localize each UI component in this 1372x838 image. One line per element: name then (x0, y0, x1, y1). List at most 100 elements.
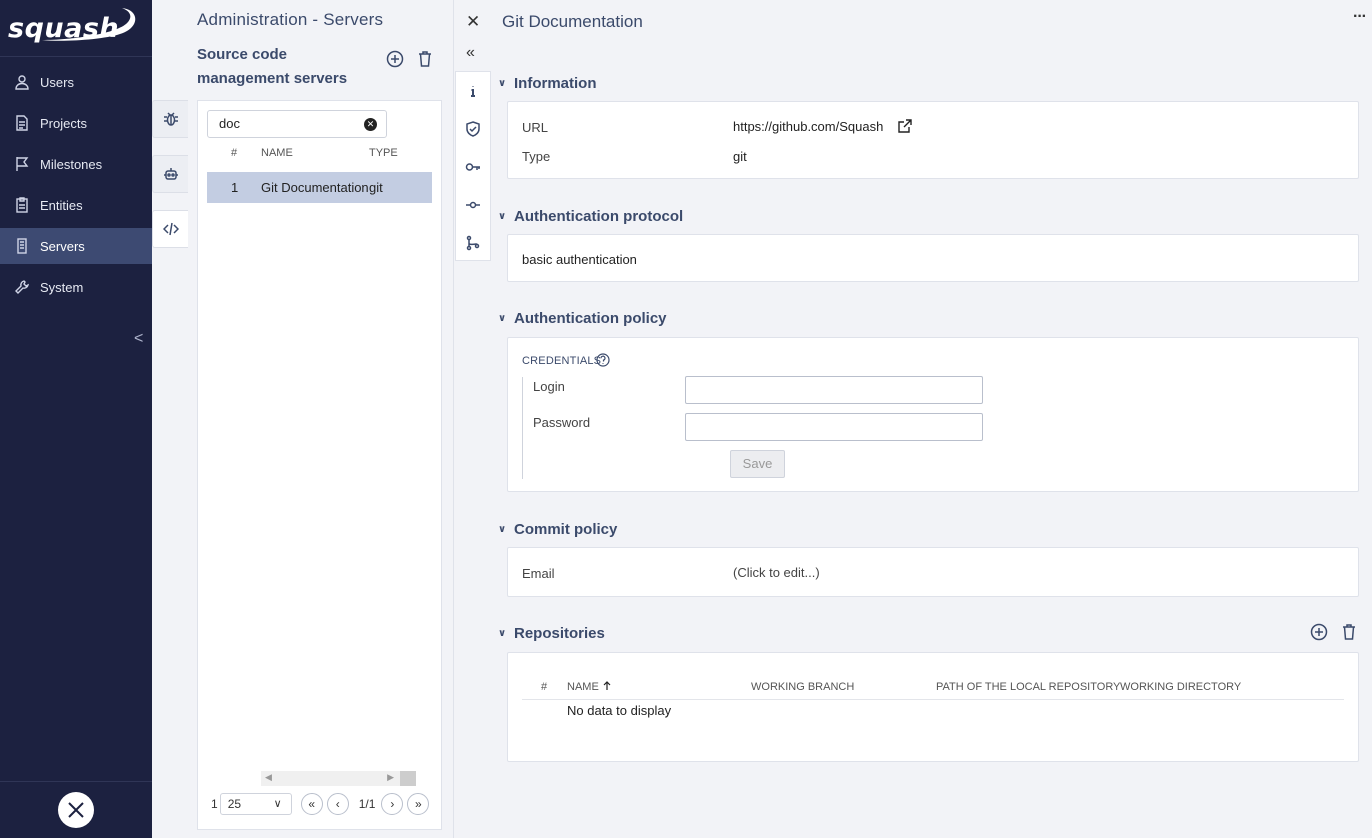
repository-actions (1310, 623, 1358, 644)
external-link-icon[interactable] (898, 119, 912, 133)
section-information-header[interactable]: ∨ Information (498, 75, 597, 92)
close-detail-button[interactable]: ✕ (466, 12, 480, 32)
nav-item-label: Users (40, 74, 74, 90)
column-index[interactable]: # (541, 681, 547, 693)
tab-auth-protocol[interactable] (456, 110, 490, 148)
nav-item-projects[interactable]: Projects (0, 105, 152, 141)
search-input[interactable]: doc ✕ (207, 110, 387, 138)
page-indicator: 1/1 (358, 797, 376, 811)
nav-item-servers[interactable]: Servers (0, 228, 152, 264)
section-auth-policy-header[interactable]: ∨ Authentication policy (498, 310, 667, 327)
detail-anchor-tabs (455, 71, 491, 261)
auth-protocol-value[interactable]: basic authentication (522, 252, 637, 267)
tab-automation-servers[interactable] (152, 155, 188, 193)
nav-footer (0, 781, 152, 838)
nav-item-users[interactable]: Users (0, 64, 152, 100)
first-page-button[interactable]: « (300, 793, 323, 815)
section-title: Repositories (514, 625, 605, 642)
auth-protocol-card: basic authentication (507, 234, 1359, 282)
user-icon (13, 73, 31, 91)
row-type: git (369, 180, 383, 195)
email-value[interactable]: (Click to edit...) (733, 565, 820, 580)
last-page-button[interactable]: » (407, 793, 430, 815)
delete-repository-button[interactable] (1340, 623, 1358, 644)
servers-grid: doc ✕ # NAME TYPE 1 Git Documentation gi… (197, 100, 442, 830)
column-name[interactable]: NAME (261, 147, 293, 159)
login-input[interactable] (685, 376, 983, 404)
more-options-icon[interactable]: ··· (1353, 8, 1367, 26)
column-working-directory[interactable]: WORKING DIRECTORY (1120, 681, 1241, 693)
tab-information[interactable] (456, 72, 490, 110)
shield-icon (466, 121, 480, 137)
chevron-down-icon: ∨ (498, 628, 507, 639)
commit-policy-card: Email (Click to edit...) (507, 547, 1359, 597)
section-title: Source code management servers (197, 46, 348, 87)
add-server-button[interactable] (386, 50, 404, 71)
flag-icon (13, 155, 31, 173)
delete-server-button[interactable] (416, 50, 434, 71)
scroll-right-icon[interactable]: ▶ (387, 772, 394, 783)
page-size-value: 25 (227, 797, 242, 811)
password-label: Password (533, 415, 591, 430)
page-title: Administration - Servers (197, 10, 384, 29)
nav-item-label: Milestones (40, 156, 103, 172)
tab-auth-policy[interactable] (456, 148, 490, 186)
column-type[interactable]: TYPE (369, 147, 398, 159)
section-repositories-header[interactable]: ∨ Repositories (498, 625, 605, 642)
close-admin-button[interactable] (58, 792, 94, 828)
scroll-thumb[interactable] (400, 771, 416, 786)
nav-item-system[interactable]: System (0, 269, 152, 305)
entity-title: Git Documentation (502, 12, 643, 31)
table-header-divider (522, 699, 1344, 700)
prev-page-button[interactable]: ‹ (326, 793, 349, 815)
tab-bugtrackers[interactable] (152, 100, 188, 138)
info-icon (471, 86, 475, 97)
tab-commit-policy[interactable] (456, 186, 490, 224)
grid-header: # NAME TYPE (207, 147, 432, 169)
page-size-select[interactable]: 25 ∨ (219, 793, 292, 815)
robot-icon (163, 168, 178, 180)
chevron-down-icon: ∨ (498, 78, 507, 89)
close-icon (68, 802, 84, 818)
column-name[interactable]: NAME (567, 681, 599, 693)
column-local-path[interactable]: PATH OF THE LOCAL REPOSITORY (936, 681, 1120, 693)
section-commit-policy-header[interactable]: ∨ Commit policy (498, 521, 617, 538)
servers-list-panel: Administration - Servers Source code man… (152, 0, 453, 838)
table-row[interactable]: 1 Git Documentation git (207, 172, 432, 203)
next-page-button[interactable]: › (381, 793, 404, 815)
commit-icon (466, 201, 480, 209)
column-index[interactable]: # (231, 147, 237, 159)
password-input[interactable] (685, 413, 983, 441)
collapse-detail-icon[interactable]: « (466, 44, 475, 62)
chevron-down-icon: ∨ (498, 211, 507, 222)
add-circle-icon (386, 50, 404, 68)
scroll-left-icon[interactable]: ◀ (265, 772, 272, 783)
nav-item-label: Servers (40, 238, 85, 254)
section-auth-protocol-header[interactable]: ∨ Authentication protocol (498, 208, 683, 225)
email-label: Email (522, 566, 555, 581)
column-working-branch[interactable]: WORKING BRANCH (751, 681, 854, 693)
bug-icon (163, 112, 178, 126)
tab-scm-servers[interactable] (152, 210, 188, 248)
chevron-down-icon: ∨ (498, 313, 507, 324)
url-value[interactable]: https://github.com/Squash (733, 119, 883, 134)
repositories-card: # NAME WORKING BRANCH PATH OF THE LOCAL … (507, 652, 1359, 762)
nav-item-milestones[interactable]: Milestones (0, 146, 152, 182)
wrench-icon (13, 278, 31, 296)
tab-repositories[interactable] (456, 224, 490, 262)
logo[interactable]: squash (0, 0, 152, 57)
nav-item-label: Entities (40, 197, 83, 213)
save-button[interactable]: Save (730, 450, 785, 478)
add-repository-button[interactable] (1310, 623, 1328, 644)
empty-message: No data to display (567, 703, 672, 718)
collapse-nav-chevron-icon[interactable]: < (134, 330, 143, 348)
help-icon[interactable] (596, 353, 610, 367)
add-circle-icon (1310, 623, 1328, 641)
branch-icon (466, 235, 480, 251)
clear-search-icon[interactable]: ✕ (364, 118, 377, 131)
nav-item-entities[interactable]: Entities (0, 187, 152, 223)
key-icon (465, 163, 480, 171)
type-value: git (733, 149, 747, 164)
sort-ascending-icon[interactable] (603, 680, 611, 691)
horizontal-scrollbar[interactable]: ◀ ▶ (261, 771, 416, 786)
